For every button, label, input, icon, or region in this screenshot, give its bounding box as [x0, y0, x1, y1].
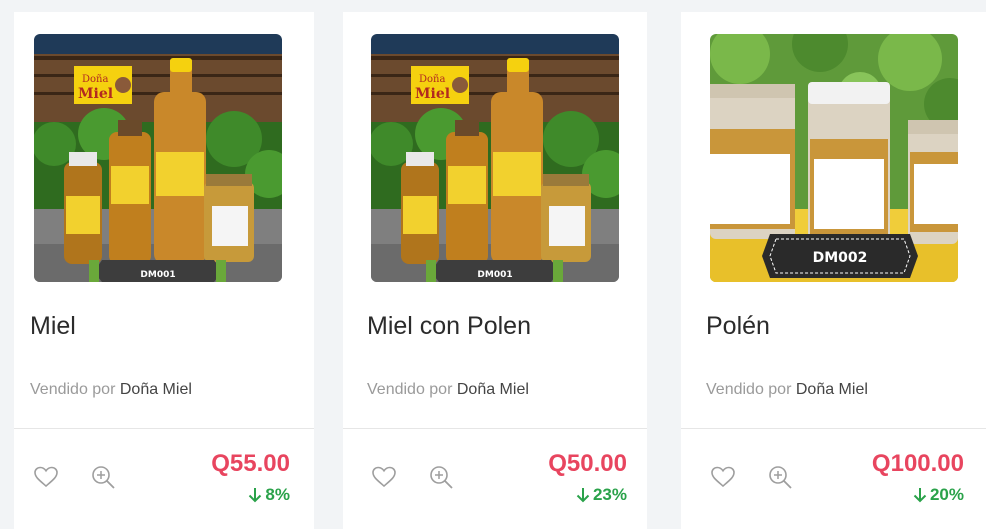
discount-value: 20% — [929, 485, 964, 504]
product-code-label: DM001 — [477, 270, 512, 280]
heart-outline-icon — [711, 466, 735, 488]
product-image[interactable]: Doña Miel DM001 — [34, 34, 282, 282]
arrow-down-icon — [913, 488, 927, 503]
product-name[interactable]: Miel — [30, 312, 76, 341]
logo-text-line2: Miel — [78, 86, 113, 102]
seller-name[interactable]: Doña Miel — [457, 381, 529, 398]
zoom-in-icon — [430, 466, 453, 489]
zoom-in-icon — [92, 466, 115, 489]
discount-badge: 8% — [248, 485, 290, 505]
divider — [343, 428, 647, 429]
product-name[interactable]: Polén — [706, 312, 770, 341]
arrow-down-icon — [249, 488, 262, 503]
favorite-button[interactable] — [369, 462, 399, 492]
product-name[interactable]: Miel con Polen — [367, 312, 531, 341]
arrow-down-icon — [576, 488, 590, 503]
product-image[interactable]: Doña Miel DM001 — [371, 34, 619, 282]
seller-line: Vendido por Doña Miel — [367, 381, 529, 399]
zoom-button[interactable] — [765, 462, 795, 492]
product-code-label: DM001 — [140, 270, 175, 280]
discount-badge: 20% — [913, 485, 964, 505]
product-grid: Doña Miel DM001 Miel Vendido por Doña Mi… — [0, 0, 986, 529]
discount-badge: 23% — [576, 485, 627, 505]
favorite-button[interactable] — [31, 462, 61, 492]
favorite-button[interactable] — [708, 462, 738, 492]
seller-prefix: Vendido por — [367, 381, 453, 398]
product-image[interactable]: DM002 — [710, 34, 958, 282]
divider — [681, 428, 986, 429]
product-price: Q55.00 — [211, 450, 290, 477]
seller-prefix: Vendido por — [30, 381, 116, 398]
product-price: Q100.00 — [871, 450, 964, 477]
zoom-button[interactable] — [88, 462, 118, 492]
discount-value: 8% — [265, 485, 290, 504]
logo-text-line1: Doña — [82, 74, 108, 85]
product-card[interactable]: Doña Miel DM001 Miel con Polen Vendido p… — [343, 12, 647, 529]
seller-line: Vendido por Doña Miel — [706, 381, 868, 399]
seller-name[interactable]: Doña Miel — [796, 381, 868, 398]
logo-text-line2: Miel — [415, 86, 450, 102]
heart-outline-icon — [34, 466, 58, 488]
seller-line: Vendido por Doña Miel — [30, 381, 192, 399]
discount-value: 23% — [592, 485, 627, 504]
product-code-label: DM002 — [813, 250, 868, 266]
seller-prefix: Vendido por — [706, 381, 792, 398]
product-price: Q50.00 — [548, 450, 627, 477]
product-card[interactable]: DM002 Polén Vendido por Doña Miel Q100.0… — [681, 12, 986, 529]
zoom-in-icon — [769, 466, 792, 489]
product-card[interactable]: Doña Miel DM001 Miel Vendido por Doña Mi… — [14, 12, 314, 529]
heart-outline-icon — [372, 466, 396, 488]
logo-text-line1: Doña — [419, 74, 445, 85]
zoom-button[interactable] — [426, 462, 456, 492]
seller-name[interactable]: Doña Miel — [120, 381, 192, 398]
divider — [14, 428, 314, 429]
